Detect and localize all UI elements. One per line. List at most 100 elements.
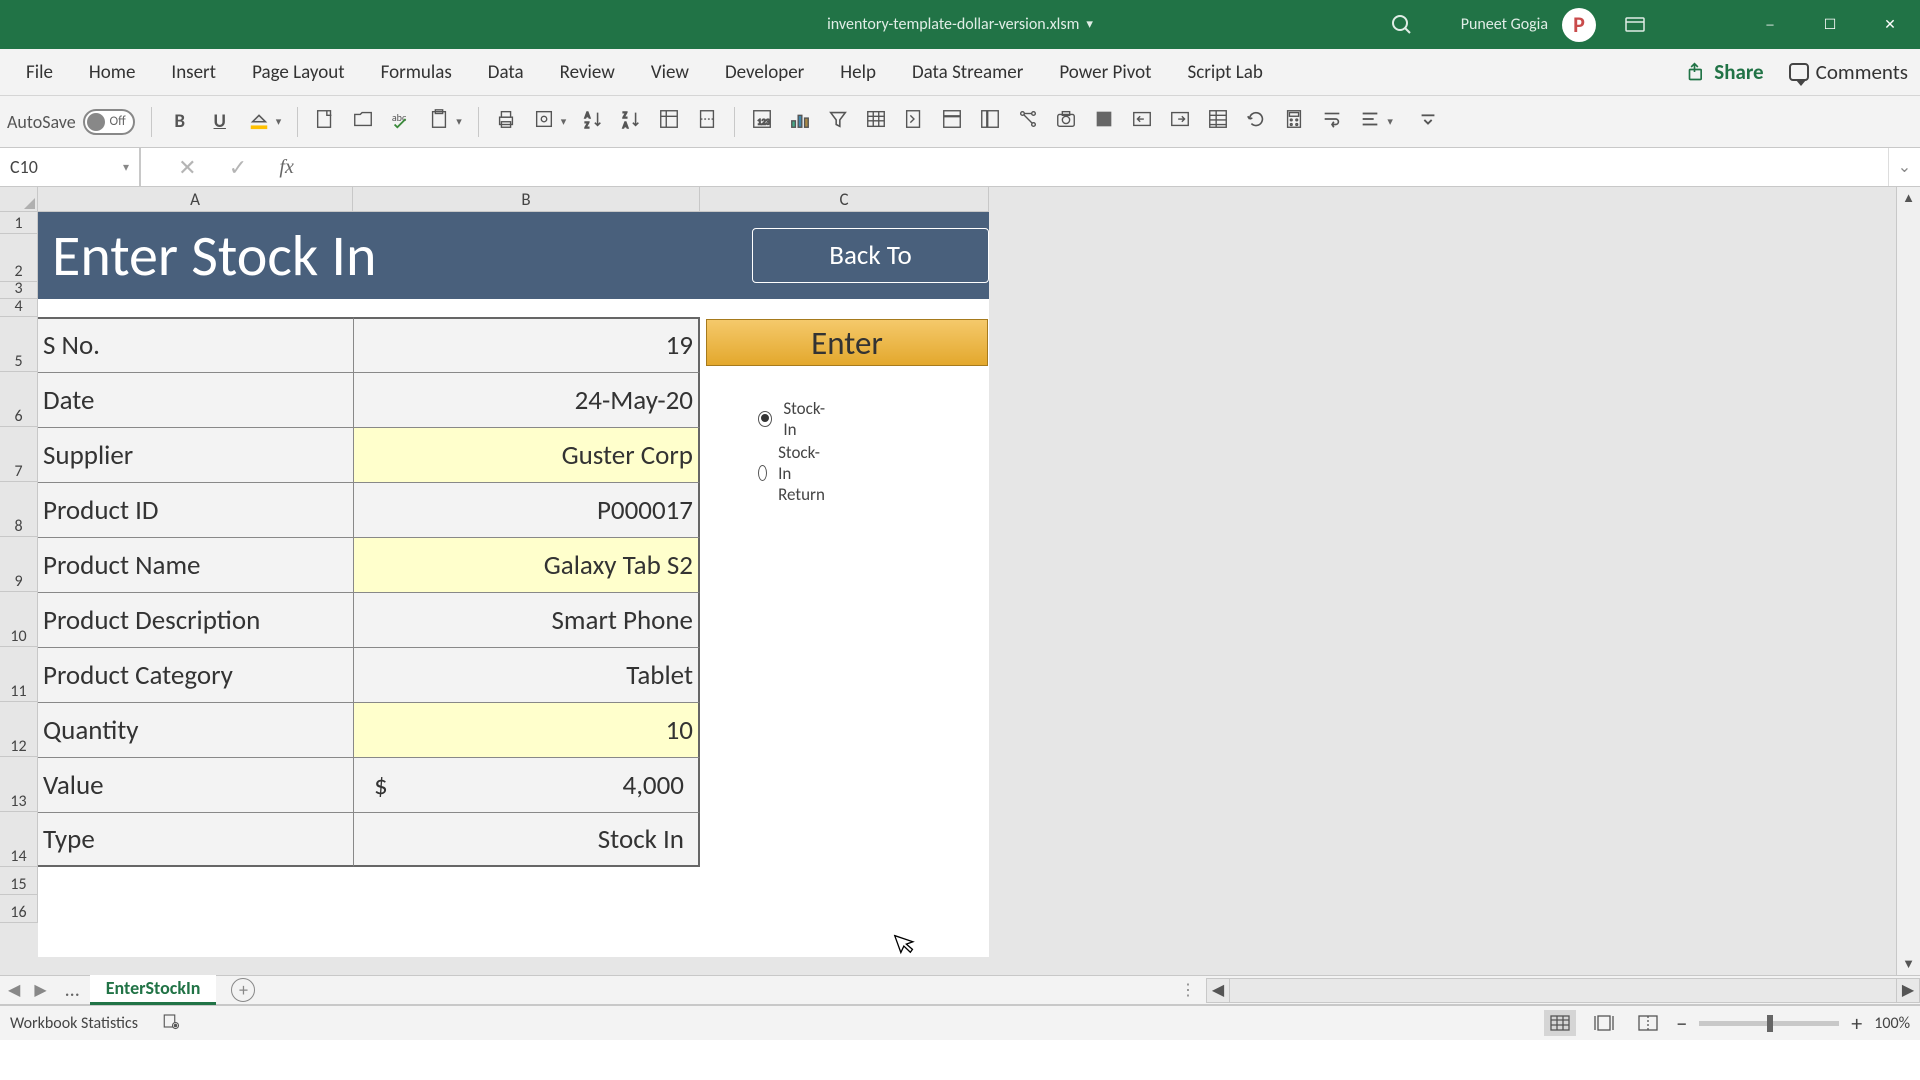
field-label[interactable]: Date bbox=[38, 372, 353, 427]
tab-data-streamer[interactable]: Data Streamer bbox=[894, 49, 1041, 95]
row-header[interactable]: 7 bbox=[0, 427, 38, 482]
horizontal-scrollbar[interactable]: ⋮ ◀ ▶ bbox=[1180, 975, 1920, 1005]
tab-insert[interactable]: Insert bbox=[153, 49, 234, 95]
user-area[interactable]: Puneet Gogia P bbox=[1461, 0, 1660, 49]
fill-color-button[interactable] bbox=[248, 108, 270, 135]
caret-icon[interactable]: ▾ bbox=[561, 115, 567, 128]
add-sheet-button[interactable]: + bbox=[231, 978, 255, 1002]
tab-home[interactable]: Home bbox=[71, 49, 154, 95]
field-value[interactable]: Stock In bbox=[353, 812, 700, 867]
tab-power-pivot[interactable]: Power Pivot bbox=[1041, 49, 1169, 95]
trace-button[interactable] bbox=[1017, 108, 1039, 135]
field-label[interactable]: Product ID bbox=[38, 482, 353, 537]
tab-formulas[interactable]: Formulas bbox=[363, 49, 470, 95]
scroll-left-button[interactable]: ◀ bbox=[1206, 978, 1230, 1003]
caret-icon[interactable]: ▾ bbox=[1387, 115, 1393, 128]
row-header[interactable]: 12 bbox=[0, 702, 38, 757]
row-header[interactable]: 2 bbox=[0, 234, 38, 282]
row-header[interactable]: 1 bbox=[0, 212, 38, 234]
zoom-level[interactable]: 100% bbox=[1874, 1014, 1910, 1033]
search-button[interactable] bbox=[1390, 0, 1414, 49]
page-break-view-button[interactable] bbox=[1632, 1010, 1664, 1036]
cancel-formula-button[interactable]: ✕ bbox=[178, 154, 196, 181]
autosave-toggle[interactable]: Off bbox=[83, 109, 135, 135]
row-header[interactable]: 14 bbox=[0, 812, 38, 867]
refresh-button[interactable] bbox=[1245, 108, 1267, 135]
merge-left-button[interactable] bbox=[1131, 108, 1153, 135]
align-button[interactable] bbox=[1359, 108, 1381, 135]
row-header[interactable]: 4 bbox=[0, 299, 38, 317]
macros-button[interactable] bbox=[903, 108, 925, 135]
tab-developer[interactable]: Developer bbox=[707, 49, 822, 95]
tab-script-lab[interactable]: Script Lab bbox=[1170, 49, 1281, 95]
file-menu-caret-icon[interactable]: ▾ bbox=[1086, 17, 1093, 32]
field-value[interactable]: $4,000 bbox=[353, 757, 700, 812]
pivot-button[interactable] bbox=[658, 108, 680, 135]
tab-view[interactable]: View bbox=[633, 49, 707, 95]
field-label[interactable]: S No. bbox=[38, 317, 353, 372]
chart-button[interactable] bbox=[789, 108, 811, 135]
row-header[interactable]: 6 bbox=[0, 372, 38, 427]
group-button[interactable] bbox=[979, 108, 1001, 135]
scroll-down-button[interactable]: ▼ bbox=[1897, 953, 1920, 975]
close-button[interactable]: ✕ bbox=[1860, 0, 1920, 49]
splitter-icon[interactable]: ⋮ bbox=[1180, 980, 1206, 1000]
table-button[interactable] bbox=[865, 108, 887, 135]
next-sheet-button[interactable]: ▶ bbox=[34, 980, 46, 1000]
column-header-c[interactable]: C bbox=[700, 187, 989, 212]
filter-button[interactable] bbox=[827, 108, 849, 135]
caret-icon[interactable]: ▾ bbox=[276, 115, 282, 128]
select-all-corner[interactable] bbox=[0, 187, 38, 212]
page-layout-view-button[interactable] bbox=[1588, 1010, 1620, 1036]
field-value[interactable]: P000017 bbox=[353, 482, 700, 537]
field-value[interactable]: 19 bbox=[353, 317, 700, 372]
radio-stock-in[interactable]: Stock-In bbox=[758, 392, 832, 446]
name-box[interactable]: C10 ▾ bbox=[0, 148, 140, 186]
normal-view-button[interactable] bbox=[1544, 1010, 1576, 1036]
tab-review[interactable]: Review bbox=[542, 49, 633, 95]
sort-asc-button[interactable]: AZ bbox=[582, 108, 604, 135]
ribbon-display-options-button[interactable] bbox=[1610, 0, 1660, 49]
freeze-button[interactable] bbox=[941, 108, 963, 135]
autosave-control[interactable]: AutoSave Off bbox=[7, 109, 135, 135]
row-header[interactable]: 13 bbox=[0, 757, 38, 812]
underline-button[interactable]: U bbox=[208, 110, 232, 134]
name-box-caret-icon[interactable]: ▾ bbox=[123, 160, 129, 175]
caret-icon[interactable]: ▾ bbox=[456, 115, 462, 128]
scroll-right-button[interactable]: ▶ bbox=[1896, 978, 1920, 1003]
field-label[interactable]: Supplier bbox=[38, 427, 353, 482]
share-button[interactable]: Share bbox=[1687, 59, 1763, 85]
field-label[interactable]: Quantity bbox=[38, 702, 353, 757]
field-label[interactable]: Product Category bbox=[38, 647, 353, 702]
enter-formula-button[interactable]: ✓ bbox=[229, 154, 247, 181]
field-value[interactable]: Tablet bbox=[353, 647, 700, 702]
field-label[interactable]: Product Name bbox=[38, 537, 353, 592]
formula-input[interactable] bbox=[326, 148, 1888, 186]
minimize-button[interactable]: ─ bbox=[1740, 0, 1800, 49]
zoom-out-button[interactable]: − bbox=[1676, 1010, 1687, 1037]
form-button[interactable] bbox=[1207, 108, 1229, 135]
sheet-nav-buttons[interactable]: ◀ ▶ bbox=[0, 980, 55, 1000]
wrap-text-button[interactable] bbox=[1321, 108, 1343, 135]
tab-file[interactable]: File bbox=[8, 49, 71, 95]
radio-stock-in-return[interactable]: Stock-In Return bbox=[758, 446, 832, 500]
row-header[interactable]: 16 bbox=[0, 895, 38, 923]
field-value[interactable]: 24-May-20 bbox=[353, 372, 700, 427]
bold-button[interactable]: B bbox=[168, 110, 192, 134]
spelling-button[interactable]: abc bbox=[390, 108, 412, 135]
macro-recording-icon[interactable] bbox=[162, 1012, 180, 1035]
page-break-button[interactable] bbox=[696, 108, 718, 135]
merge-right-button[interactable] bbox=[1169, 108, 1191, 135]
camera-button[interactable] bbox=[1055, 108, 1077, 135]
tab-help[interactable]: Help bbox=[822, 49, 894, 95]
spreadsheet-grid[interactable]: A B C 1 2 3 4 5 6 7 8 9 10 11 12 13 14 1… bbox=[0, 187, 1920, 975]
strikethrough-button[interactable] bbox=[1093, 108, 1115, 135]
file-title-area[interactable]: inventory-template-dollar-version.xlsm ▾ bbox=[827, 15, 1093, 34]
row-header[interactable]: 8 bbox=[0, 482, 38, 537]
open-button[interactable] bbox=[352, 108, 374, 135]
column-header-b[interactable]: B bbox=[353, 187, 700, 212]
back-to-button[interactable]: Back To bbox=[752, 228, 989, 283]
tab-page-layout[interactable]: Page Layout bbox=[234, 49, 363, 95]
prev-sheet-button[interactable]: ◀ bbox=[8, 980, 20, 1000]
conditional-format-button[interactable]: 123 bbox=[751, 108, 773, 135]
